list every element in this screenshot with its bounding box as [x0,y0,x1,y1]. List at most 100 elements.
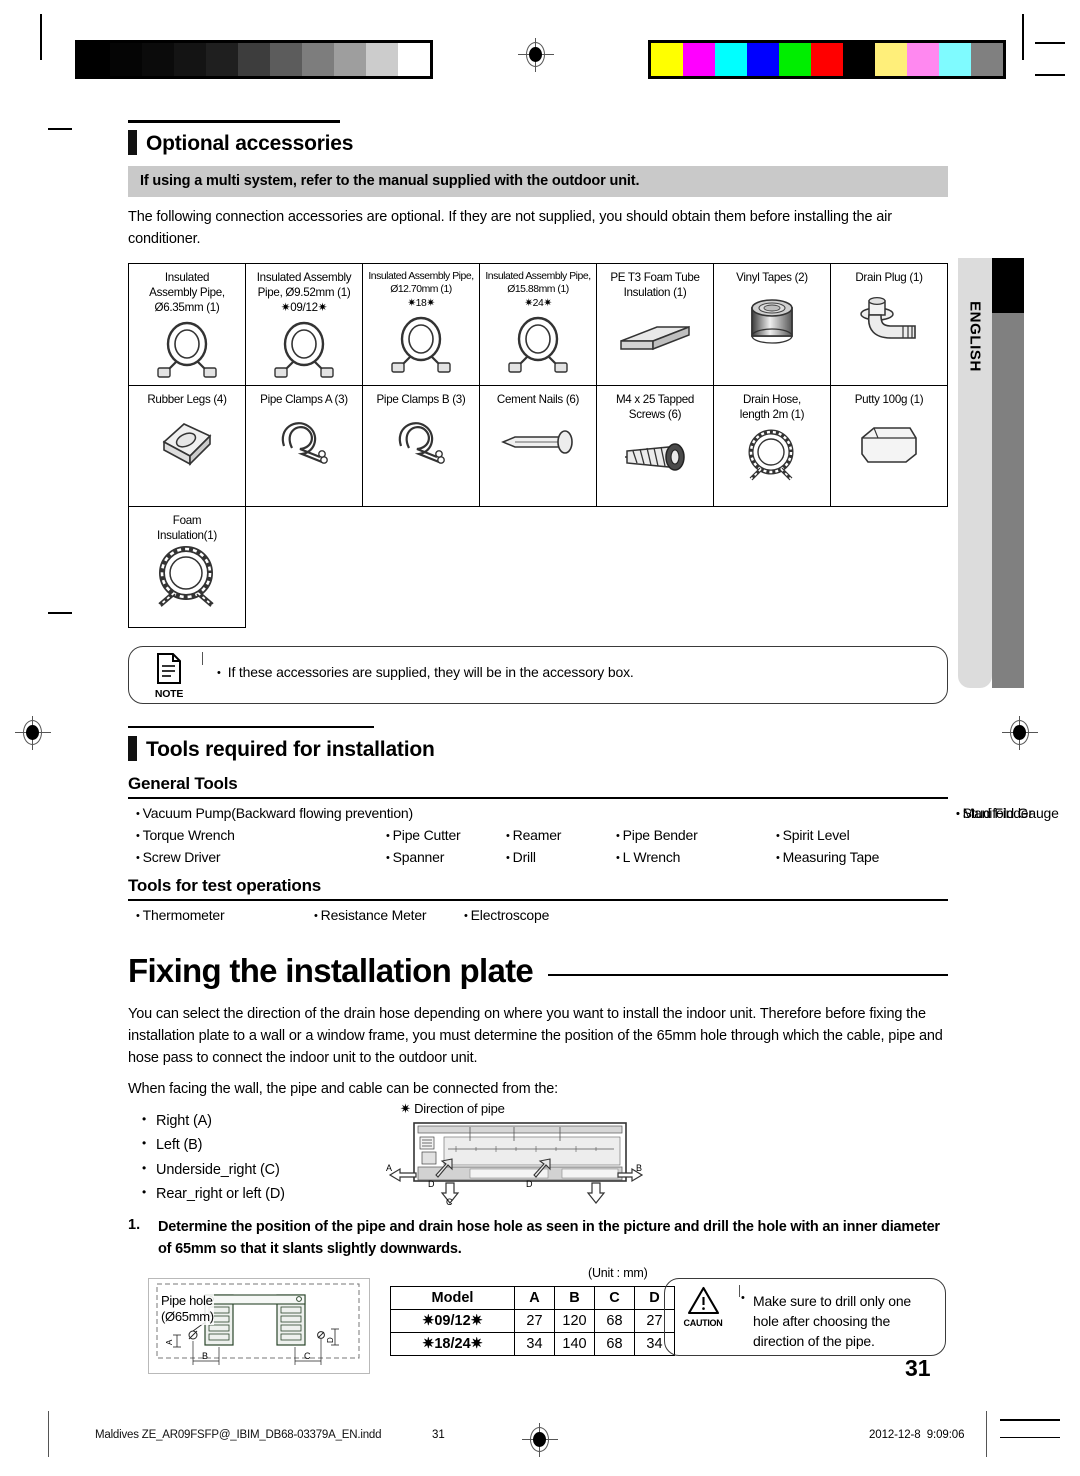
foam-insulation-ring-icon [132,545,242,609]
note-text-row: • If these accessories are supplied, they… [217,664,634,680]
bullet-glyph: • [741,1291,745,1304]
column-header: A [514,1285,555,1310]
dimension-cell: 68 [594,1331,635,1356]
general-tools-table: • Vacuum Pump(Backward flowing prevention… [128,802,1059,868]
accessories-intro-paragraph: The following connection accessories are… [128,209,892,247]
note-document-icon: NOTE [143,652,195,700]
print-footer: Maldives ZE_AR09FSFP@_IBIM_DB68-03379A_E… [0,1411,1080,1461]
empty-cell [480,506,597,627]
table-row: • Thermometer • Resistance Meter • Electrosco… [128,904,948,926]
registration-mark-footer [522,1423,558,1457]
screw-icon [600,426,710,488]
section-heading-tools: Tools required for installation [128,725,948,762]
nail-icon [483,411,593,473]
empty-cell [597,506,714,627]
accessory-cell: Pipe Clamps B (3) [362,384,480,507]
caution-text-wrap: • Make sure to drill only one hole after … [741,1291,931,1352]
tool-item: • Screw Driver [136,848,221,865]
note-label: NOTE [154,687,184,700]
table-row: Insulated Assembly Pipe, Ø6.35mm (1) Insula… [128,262,948,386]
dimension-cell: 34 [514,1331,555,1356]
foam-sheet-icon [600,304,710,366]
accessory-cell: Insulated Assembly Pipe, Ø6.35mm (1) [128,262,246,386]
footer-trim-marks [1000,1419,1060,1454]
pipe-direction-list: Right (A) Left (B) Underside_right (C) R… [142,1109,392,1206]
accessory-label: Vinyl Tapes (2) [736,270,808,284]
test-tools-rule [128,898,948,902]
svg-text:C: C [446,1197,453,1205]
tool-item: • Measuring Tape [776,848,880,865]
empty-cell [246,506,363,627]
step-number: 1. [128,1217,141,1234]
empty-cell [714,506,831,627]
tool-item: • Reamer [506,826,562,843]
table-row: • Vacuum Pump(Backward flowing prevention… [128,802,1059,824]
svg-text:A: A [165,1339,174,1345]
bullet-glyph: • [217,666,221,679]
manual-page: Optional accessories If using a multi sy… [0,0,1080,1476]
svg-text:D: D [526,1179,533,1189]
chapter-title: Fixing the installation plate [128,952,534,990]
note-text: If these accessories are supplied, they … [227,663,634,680]
tool-item: • Torque Wrench [136,826,235,843]
footer-timestamp: 2012-12-8 9:09:06 [869,1429,965,1441]
language-tab-label: ENGLISH [966,301,984,372]
warning-triangle-icon: CAUTION [676,1286,730,1328]
accessory-label: Putty 100g (1) [854,392,924,406]
footer-rule-right [986,1411,988,1457]
column-header: C [594,1285,635,1310]
svg-text:A: A [386,1163,392,1173]
diagram-caption: ✷ Direction of pipe [400,1101,505,1117]
accessory-label: Pipe Clamps A (3) [260,392,348,406]
footer-page: 31 [432,1429,445,1441]
accessory-label: Pipe Clamps B (3) [376,392,466,406]
accessory-cell: Foam Insulation(1) [128,505,246,628]
table-row: • Torque Wrench • Pipe Cutter • Reamer • Pipe B… [128,824,948,846]
section-heading-optional-accessories: Optional accessories [128,120,948,156]
empty-cell [768,802,948,824]
accessory-cell: Drain Plug (1) [830,262,948,386]
insulated-pipe-coil-icon [366,314,476,376]
language-tab: ENGLISH [958,258,992,688]
list-item: Right (A) [142,1109,392,1133]
footer-rule-left [48,1411,50,1457]
list-item: Left (B) [142,1133,392,1157]
svg-text:B: B [202,1351,208,1361]
list-item: Rear_right or left (D) [142,1182,392,1206]
caution-label: CAUTION [683,1317,723,1328]
column-header: Model [390,1285,515,1310]
svg-text:D: D [326,1337,335,1343]
svg-text:C: C [304,1351,311,1361]
model-dimensions-table: Model A B C D ✷09/12✷ 27 120 68 27 ✷18/24✷ 34 140 68… [390,1285,675,1356]
bottom-row: A B C D Pipe hole (Ø65mm) (Unit: mm) Mo… [128,1266,948,1381]
accessory-cell: Pipe Clamps A (3) [245,384,363,507]
chapter-title-block: Fixing the installation plate [128,952,948,1002]
footer-filename: Maldives ZE_AR09FSFP@_IBIM_DB68-03379A_E… [95,1429,382,1441]
empty-cell [363,506,480,627]
pipe-clamp-icon [366,411,476,473]
fixing-paragraph-2: When facing the wall, the pipe and cable… [128,1081,559,1098]
tool-item: • Electroscope [464,907,550,924]
tool-item: • Pipe Cutter [386,826,461,843]
indoor-unit-diagram: ✷ Direction of pipe A B C D D [386,1101,646,1210]
accessory-cell: Insulated Assembly Pipe, Ø9.52mm (1) ✷09/1… [245,262,363,386]
tool-item: • Resistance Meter [314,907,427,924]
accessory-label: M4 x 25 Tapped Screws (6) [615,392,695,421]
svg-text:B: B [636,1163,642,1173]
table-row: ✷09/12✷ 27 120 68 27 [390,1308,675,1333]
page-content: Optional accessories If using a multi sy… [128,120,1059,1381]
accessory-label: Cement Nails (6) [496,392,580,406]
table-row: Foam Insulation(1) [128,505,948,628]
empty-cell [608,802,768,824]
dimension-cell: 140 [554,1331,595,1356]
accessory-label: Rubber Legs (4) [147,392,227,406]
multi-system-notice: If using a multi system, refer to the ma… [128,166,948,197]
accessory-cell: Vinyl Tapes (2) [713,262,831,386]
pipe-clamp-icon [249,411,359,473]
dimension-cell: 68 [594,1308,635,1333]
putty-icon [834,411,944,473]
drain-hose-icon [717,426,827,488]
insulated-pipe-coil-icon [132,319,242,381]
accessory-cell: M4 x 25 Tapped Screws (6) [596,384,714,507]
accessory-label: Insulated Assembly Pipe, Ø9.52mm (1) ✷09/1… [256,270,352,314]
